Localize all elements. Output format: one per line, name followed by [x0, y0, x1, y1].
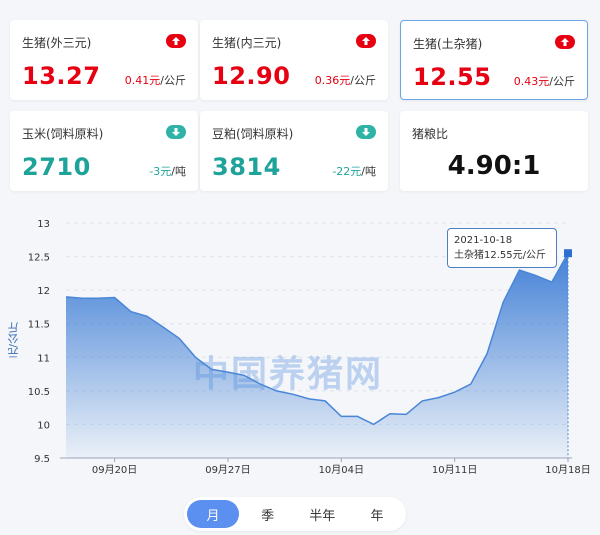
- card-price: 13.27: [22, 62, 101, 90]
- card-price: 12.55: [413, 63, 492, 91]
- watermark: 中国养猪网: [193, 354, 384, 395]
- x-tick-label: 09月20日: [92, 464, 137, 476]
- y-tick-label: 12.5: [28, 253, 50, 264]
- ratio-value: 4.90:1: [447, 151, 541, 181]
- y-axis-label: 元/公斤: [7, 322, 20, 359]
- price-card-corn[interactable]: 玉米(饲料原料) 2710 -3元/吨: [10, 111, 198, 191]
- y-tick-label: 13: [37, 219, 50, 230]
- card-change: -3元/吨: [149, 165, 186, 178]
- tab-month[interactable]: 月: [187, 500, 239, 528]
- card-price: 3814: [212, 153, 281, 181]
- y-tick-label: 10: [37, 420, 50, 431]
- card-name: 玉米(饲料原料): [22, 127, 104, 141]
- tooltip-date: 2021-10-18: [454, 235, 513, 246]
- chart-tooltip: 2021-10-18 土杂猪12.55元/公斤: [447, 228, 557, 268]
- tab-half-year[interactable]: 半年: [296, 500, 348, 528]
- card-name: 猪粮比: [412, 127, 449, 141]
- y-tick-label: 12: [37, 286, 50, 297]
- card-price: 2710: [22, 153, 91, 181]
- y-tick-label: 10.5: [28, 387, 50, 398]
- card-change: 0.36元/公斤: [314, 74, 376, 87]
- arrow-up-icon: [166, 34, 186, 48]
- y-tick-label: 11: [37, 353, 50, 364]
- x-tick-label: 10月18日: [545, 464, 590, 476]
- x-tick-label: 10月04日: [319, 464, 364, 476]
- arrow-up-icon: [555, 35, 575, 49]
- card-name: 豆粕(饲料原料): [212, 127, 294, 141]
- x-tick-label: 10月11日: [432, 464, 477, 476]
- arrow-down-icon: [356, 125, 376, 139]
- x-tick-label: 09月27日: [205, 464, 250, 476]
- price-card-wai-san-yuan[interactable]: 生猪(外三元) 13.27 0.41元/公斤: [10, 20, 198, 100]
- y-tick-label: 9.5: [34, 454, 50, 465]
- pig-grain-ratio-card[interactable]: 猪粮比 4.90:1: [400, 111, 588, 191]
- card-name: 生猪(外三元): [22, 36, 92, 50]
- card-change: 0.43元/公斤: [513, 75, 575, 88]
- card-name: 生猪(土杂猪): [413, 37, 483, 51]
- tab-quarter[interactable]: 季: [242, 500, 294, 528]
- arrow-down-icon: [166, 125, 186, 139]
- y-tick-label: 11.5: [28, 320, 50, 331]
- period-selector: 月 季 半年 年: [184, 497, 406, 531]
- tab-year[interactable]: 年: [351, 500, 403, 528]
- price-card-nei-san-yuan[interactable]: 生猪(内三元) 12.90 0.36元/公斤: [200, 20, 388, 100]
- card-change: 0.41元/公斤: [124, 74, 186, 87]
- tooltip-text: 土杂猪12.55元/公斤: [454, 250, 546, 261]
- card-name: 生猪(内三元): [212, 36, 282, 50]
- arrow-up-icon: [356, 34, 376, 48]
- price-card-tu-za-zhu[interactable]: 生猪(土杂猪) 12.55 0.43元/公斤: [400, 20, 588, 100]
- card-price: 12.90: [212, 62, 291, 90]
- price-card-soybean-meal[interactable]: 豆粕(饲料原料) 3814 -22元/吨: [200, 111, 388, 191]
- card-change: -22元/吨: [332, 165, 376, 178]
- data-point-marker: [564, 249, 572, 258]
